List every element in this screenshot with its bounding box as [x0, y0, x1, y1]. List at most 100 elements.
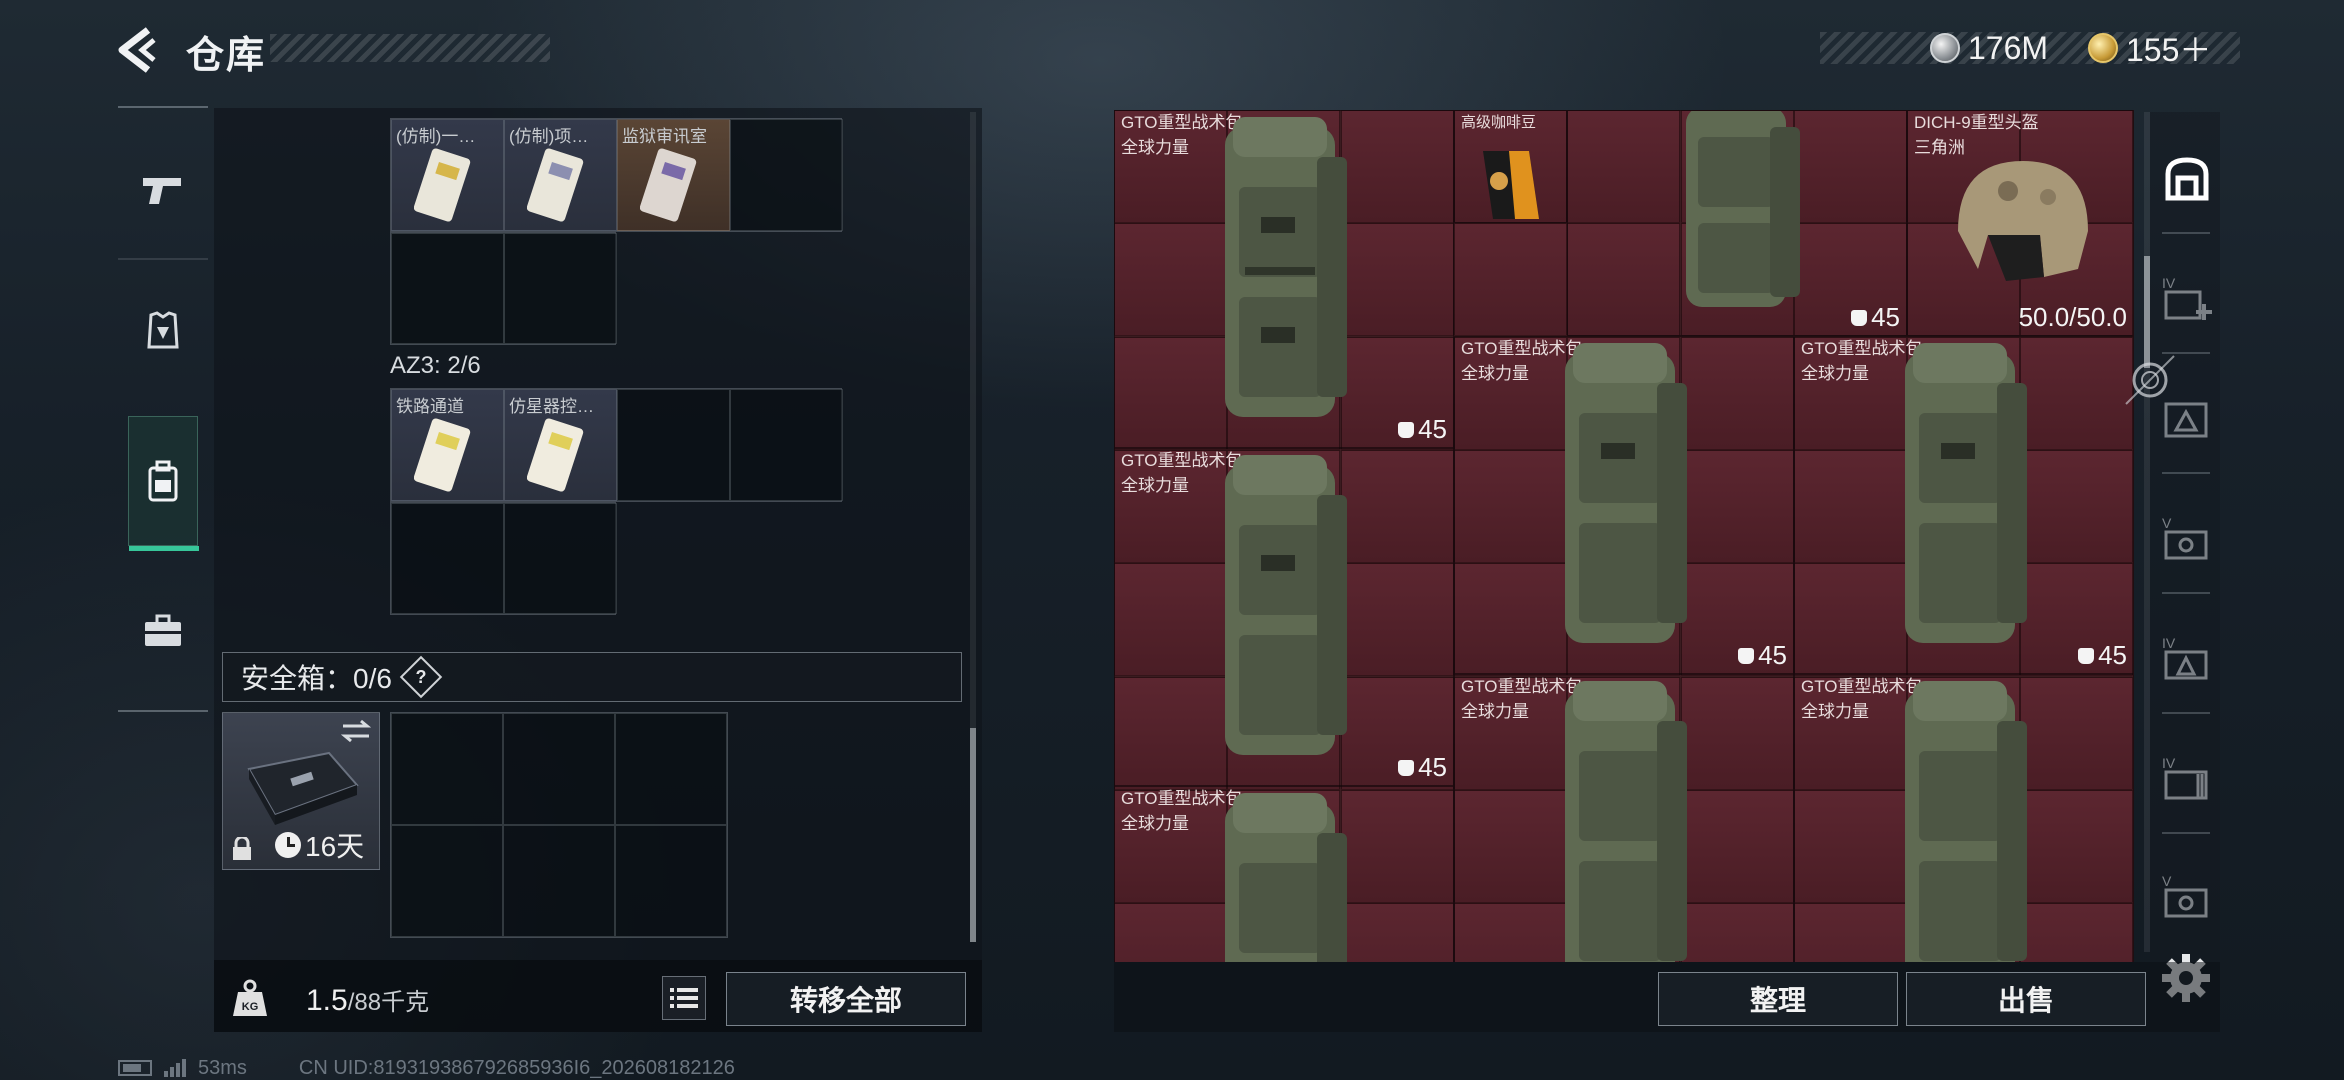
svg-text:IV: IV	[2162, 635, 2176, 651]
item-count: 45	[1398, 752, 1447, 783]
pistol-icon	[143, 178, 181, 204]
backpack-image	[1565, 681, 1687, 962]
backpack-image	[1565, 343, 1687, 643]
list-view-button[interactable]	[662, 976, 706, 1020]
stash-item-helmet[interactable]: DICH-9重型头盔 三角洲 50.0/50.0	[1907, 110, 2134, 336]
stash-tab-4-folder-icon: IV	[2162, 755, 2208, 800]
safe-box-header: 安全箱：0/6 ?	[222, 652, 962, 702]
transfer-all-button[interactable]: 转移全部	[726, 972, 966, 1026]
keycard-slot[interactable]: 监狱审讯室	[617, 119, 730, 231]
swap-icon[interactable]	[341, 719, 371, 743]
keycard-slot[interactable]: (仿制)项…	[504, 119, 617, 231]
stash-tab-5-icon: V	[2162, 515, 2208, 560]
backpack-image	[1905, 343, 2027, 643]
keycard-slot[interactable]: (仿制)一…	[391, 119, 504, 231]
empty-slot[interactable]	[615, 825, 727, 937]
stash-item-backpack[interactable]: GTO重型战术包 全球力量 45	[1794, 336, 2134, 674]
nav-divider	[118, 710, 208, 712]
lock-icon	[233, 837, 251, 860]
stash-tab-4[interactable]: V	[2156, 508, 2218, 570]
empty-slot[interactable]	[617, 389, 730, 501]
help-icon: ?	[415, 666, 427, 687]
back-button[interactable]	[112, 22, 168, 78]
stash-item-backpack[interactable]: GTO重型战术包 全球力量 45	[1114, 448, 1454, 786]
container-az3-label: AZ3: 2/6	[390, 352, 481, 379]
help-button[interactable]: ?	[399, 655, 443, 699]
stash-slot[interactable]	[1453, 223, 1567, 337]
empty-slot[interactable]	[615, 713, 727, 825]
nav-item-backpack[interactable]	[128, 416, 199, 551]
empty-slot[interactable]	[391, 233, 504, 344]
stash-item-backpack[interactable]: GTO重型战术包 全球力量 45	[1454, 336, 1794, 674]
stash-item-backpack[interactable]: GTO重型战术包 全球力量	[1114, 786, 1454, 962]
empty-slot[interactable]	[503, 825, 615, 937]
empty-slot[interactable]	[391, 825, 503, 937]
rail-divider	[2162, 712, 2210, 714]
back-arrow-icon	[118, 27, 156, 73]
keycard-slot[interactable]: 铁路通道	[391, 389, 504, 501]
keycard-label: 仿星器控…	[509, 397, 594, 416]
stash-item-backpack[interactable]: GTO重型战术包 全球力量	[1794, 674, 2134, 962]
item-name: DICH-9重型头盔	[1914, 113, 2039, 132]
stash-item-backpack[interactable]: GTO重型战术包 全球力量	[1454, 674, 1794, 962]
empty-slot[interactable]	[504, 233, 617, 344]
keycard-icon	[527, 418, 584, 492]
empty-slot[interactable]	[730, 389, 843, 501]
empty-slot[interactable]	[503, 713, 615, 825]
stash-tab-6[interactable]: IV	[2156, 748, 2218, 810]
nav-item-equipment-case[interactable]	[128, 566, 198, 696]
weight-current: 1.5	[306, 984, 348, 1017]
stash-tab-home[interactable]	[2156, 148, 2218, 210]
backpack-icon	[148, 460, 178, 502]
rail-divider	[2162, 472, 2210, 474]
bind-lock-icon	[1398, 421, 1415, 438]
keycard-container-top-lower	[390, 232, 617, 345]
keycard-container-az3-lower	[390, 502, 617, 615]
keycard-icon	[414, 418, 471, 492]
item-subtitle: 全球力量	[1121, 476, 1189, 495]
backpack-image	[1225, 793, 1347, 962]
item-count: 45	[1398, 414, 1447, 445]
svg-text:V: V	[2162, 873, 2172, 889]
page-title: 仓库	[186, 35, 267, 77]
left-scrollbar-thumb[interactable]	[970, 728, 976, 942]
safe-box-case[interactable]: 16天	[222, 712, 380, 870]
nav-divider	[118, 258, 208, 260]
weight-max: /88千克	[347, 989, 430, 1016]
keycard-icon	[414, 148, 471, 222]
stash-tab-2[interactable]: IV	[2156, 268, 2218, 330]
keycard-label: (仿制)一…	[396, 127, 476, 146]
briefcase-icon	[145, 614, 181, 646]
bind-lock-icon	[2078, 647, 2095, 664]
empty-slot[interactable]	[391, 503, 504, 614]
item-subtitle: 全球力量	[1801, 364, 1869, 383]
stash-item-backpack[interactable]: 45	[1567, 110, 1907, 336]
keycard-slot[interactable]: 仿星器控…	[504, 389, 617, 501]
stash-item-backpack[interactable]: GTO重型战术包 全球力量 45	[1114, 110, 1454, 448]
rental-timer: 16天	[275, 825, 364, 865]
stash-tab-7[interactable]: V	[2156, 866, 2218, 928]
empty-slot[interactable]	[504, 503, 617, 614]
crosshair-icon	[2125, 355, 2175, 405]
title-decoration	[270, 34, 550, 62]
nav-item-weapons[interactable]	[128, 126, 198, 256]
empty-slot[interactable]	[730, 119, 843, 231]
keycard-icon	[527, 148, 584, 222]
sort-button[interactable]: 整理	[1658, 972, 1898, 1026]
currency-gold[interactable]: 155＋	[2088, 28, 2211, 68]
coffee-bag-image	[1483, 151, 1539, 219]
currency-silver: 176M	[1930, 28, 2048, 68]
stash-tab-5[interactable]: IV	[2156, 628, 2218, 690]
nav-item-armor[interactable]	[128, 266, 198, 396]
uid-text: CN UID:819319386792685936I6_202608182126	[298, 1056, 735, 1079]
safe-box-label: 安全箱：0/6	[241, 663, 392, 694]
keycard-container-top: (仿制)一… (仿制)项… 监狱审讯室	[390, 118, 843, 232]
stash-item-coffee[interactable]: 高级咖啡豆	[1454, 110, 1567, 223]
backpack-image	[1225, 455, 1347, 755]
keycard-label: (仿制)项…	[509, 127, 589, 146]
item-subtitle: 全球力量	[1121, 814, 1189, 833]
item-name: 高级咖啡豆	[1461, 114, 1537, 131]
weight-icon: KG	[233, 979, 267, 1016]
empty-slot[interactable]	[391, 713, 503, 825]
sell-button[interactable]: 出售	[1906, 972, 2146, 1026]
